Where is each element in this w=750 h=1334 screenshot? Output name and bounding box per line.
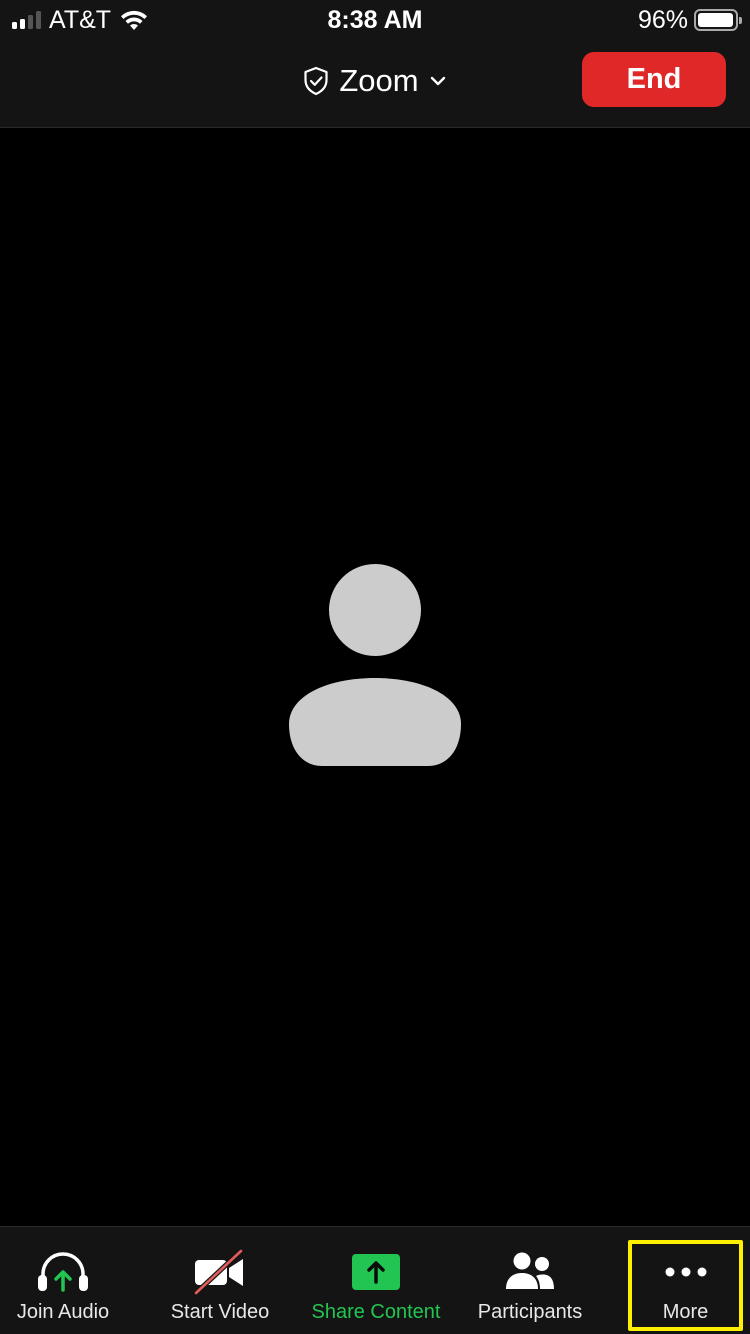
more-button[interactable]: More <box>628 1227 743 1334</box>
battery-icon <box>694 9 742 31</box>
start-video-label: Start Video <box>170 1301 270 1323</box>
person-avatar-icon <box>289 564 461 766</box>
more-label: More <box>662 1301 709 1323</box>
share-content-button[interactable]: Share Content <box>305 1227 447 1334</box>
meeting-toolbar: Join Audio Start Video Share Content Par… <box>0 1226 750 1334</box>
share-screen-icon <box>352 1254 400 1290</box>
top-bar: AT&T 8:38 AM 96% Zoom End <box>0 0 750 128</box>
more-dots-icon <box>665 1267 706 1277</box>
video-area <box>0 129 750 1226</box>
chevron-down-icon <box>430 76 445 86</box>
battery-percent: 96% <box>637 5 688 34</box>
share-content-label: Share Content <box>311 1301 441 1323</box>
shield-check-icon <box>304 66 328 96</box>
join-audio-button[interactable]: Join Audio <box>0 1227 126 1334</box>
headphones-icon <box>38 1252 88 1292</box>
join-audio-label: Join Audio <box>16 1301 110 1323</box>
video-off-icon <box>194 1249 243 1295</box>
status-right: 96% <box>637 5 742 34</box>
status-bar: AT&T 8:38 AM 96% <box>0 0 750 40</box>
participants-label: Participants <box>477 1301 583 1323</box>
end-meeting-button[interactable]: End <box>582 52 726 107</box>
start-video-button[interactable]: Start Video <box>157 1227 283 1334</box>
participants-icon <box>506 1252 554 1289</box>
participants-button[interactable]: Participants <box>468 1227 592 1334</box>
meeting-title: Zoom <box>339 63 419 98</box>
